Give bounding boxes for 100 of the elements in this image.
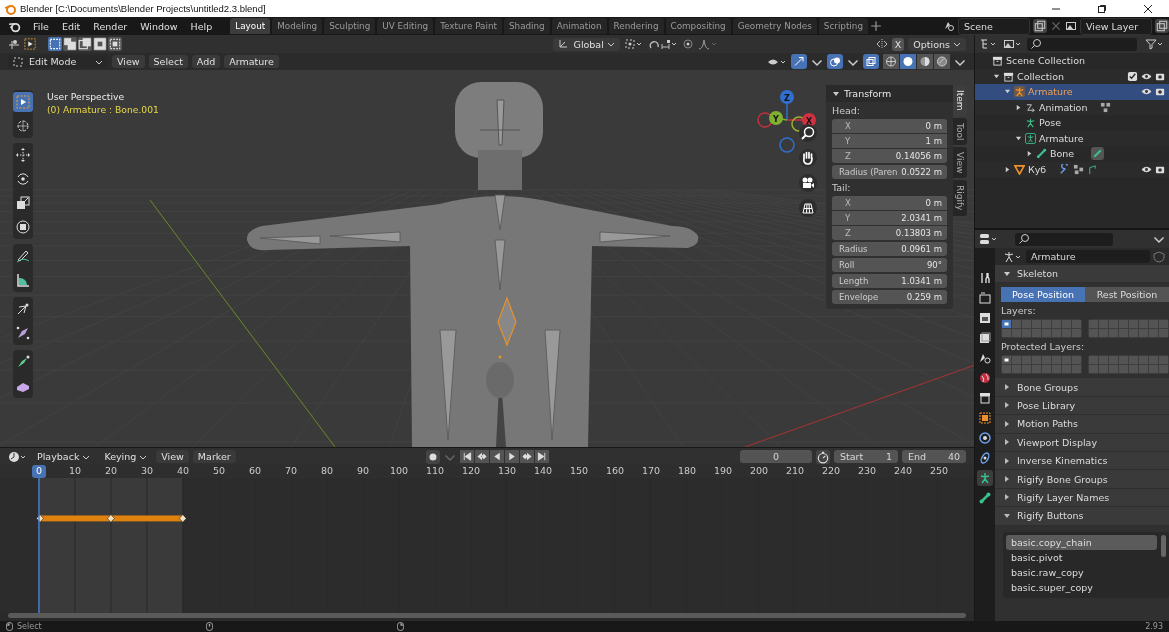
data-name-field[interactable]: Armature [1026, 250, 1150, 263]
bone-tab-icon[interactable] [977, 490, 993, 506]
menu-item[interactable]: Edit [56, 20, 86, 32]
select-new-icon[interactable] [48, 37, 62, 51]
mode-dropdown[interactable]: Edit Mode [8, 55, 108, 68]
overlay-icon[interactable] [827, 54, 843, 69]
grid-icon[interactable] [799, 199, 817, 217]
x-mirror-toggle[interactable]: X [891, 37, 905, 51]
material-shading-icon[interactable] [917, 54, 933, 69]
position-toggle[interactable]: Pose Position [1001, 287, 1085, 303]
workspace-tab[interactable]: Layout [230, 18, 271, 34]
play-icon[interactable] [505, 450, 520, 463]
number-field[interactable]: Roll 90° [832, 258, 947, 272]
wireframe-shading-icon[interactable] [883, 54, 899, 69]
number-field[interactable]: X 0 m [832, 196, 947, 210]
panel-header[interactable]: Rigify Bone Groups [995, 470, 1169, 489]
menu-item[interactable]: Armature [224, 55, 279, 68]
frame-number[interactable]: 180 [673, 465, 701, 478]
list-item[interactable]: basic.copy_chain [1006, 534, 1157, 550]
frame-number[interactable]: 100 [385, 465, 413, 478]
list-scrollbar[interactable] [1161, 534, 1166, 557]
layer-grid[interactable] [1001, 319, 1082, 339]
panel-header[interactable]: Motion Paths [995, 415, 1169, 434]
checkbox[interactable] [1127, 70, 1138, 82]
workspace-tab[interactable]: Animation [551, 18, 607, 34]
frame-number[interactable]: 220 [817, 465, 845, 478]
list-item[interactable]: basic.raw_copy [1006, 564, 1157, 580]
select-invert-icon[interactable] [93, 37, 107, 51]
previous-keyframe-icon[interactable] [475, 450, 490, 463]
menu-item[interactable]: Marker [192, 450, 236, 463]
menu-item[interactable]: Help [185, 20, 218, 32]
hand-icon[interactable] [799, 149, 817, 167]
frame-number[interactable]: 80 [316, 465, 338, 478]
frame-number[interactable]: 190 [709, 465, 737, 478]
disclosure-icon[interactable] [1026, 150, 1033, 158]
transform-panel-header[interactable]: Transform [826, 85, 953, 102]
jump-end-icon[interactable] [535, 450, 550, 463]
menu-item[interactable]: Add [191, 55, 221, 68]
physics-tab-icon[interactable] [977, 430, 993, 446]
frame-number[interactable]: 60 [244, 465, 266, 478]
frame-number[interactable]: 20 [100, 465, 122, 478]
workspace-tab[interactable]: Rendering [608, 18, 664, 34]
frame-number[interactable]: 150 [565, 465, 593, 478]
workspace-tab[interactable]: Texture Paint [435, 18, 502, 34]
wrench-icon[interactable] [1059, 163, 1071, 175]
transform-pivot-icon[interactable] [8, 38, 20, 50]
play-reverse-icon[interactable] [490, 450, 505, 463]
panel-header[interactable]: Bone Groups [995, 378, 1169, 397]
proportional-edit-icon[interactable] [681, 38, 694, 50]
record-icon[interactable] [426, 449, 441, 464]
outliner-row[interactable]: Armature [975, 84, 1169, 100]
view-layer-field[interactable]: View Layer [1080, 17, 1152, 35]
gizmo-icon[interactable] [791, 54, 807, 69]
orientation-dropdown[interactable]: Global [552, 37, 620, 51]
snap-icon[interactable] [647, 38, 678, 50]
frame-number[interactable]: 140 [529, 465, 557, 478]
workspace-tab[interactable]: Modeling [272, 18, 323, 34]
disclosure-icon[interactable] [993, 72, 1000, 80]
frame-number[interactable]: 30 [136, 465, 158, 478]
workspace-tab[interactable]: Compositing [665, 18, 731, 34]
position-toggle[interactable]: Rest Position [1085, 287, 1169, 303]
frame-number[interactable]: 40 [172, 465, 194, 478]
list-item[interactable]: basic.super_copy [1006, 579, 1157, 595]
workspace-tab[interactable]: Shading [503, 18, 550, 34]
frame-number[interactable]: 90 [352, 465, 374, 478]
select-extend-icon[interactable] [63, 37, 77, 51]
select-tool-icon[interactable] [24, 38, 36, 50]
object-tab-icon[interactable] [977, 410, 993, 426]
select-tool-icon[interactable] [13, 92, 33, 112]
camera-icon[interactable] [799, 174, 817, 192]
view-layer-tab-icon[interactable] [977, 330, 993, 346]
zoom-icon[interactable] [799, 124, 817, 142]
frame-number[interactable]: 210 [781, 465, 809, 478]
camera-icon[interactable] [1155, 86, 1166, 98]
scene-icon[interactable] [943, 20, 955, 32]
number-field[interactable]: Length 1.0341 m [832, 274, 947, 288]
falloff-icon[interactable] [697, 38, 718, 50]
xray-icon[interactable] [863, 54, 879, 69]
frame-number[interactable]: 250 [925, 465, 953, 478]
disclosure-icon[interactable] [1004, 165, 1011, 173]
sidebar-tab[interactable]: Tool [953, 117, 967, 145]
armature-data-icon[interactable] [1003, 250, 1023, 263]
bone-icon[interactable] [1091, 147, 1105, 161]
add-icon[interactable] [869, 20, 882, 32]
sidebar-tab[interactable]: View [953, 147, 967, 179]
frame-number[interactable]: 200 [745, 465, 773, 478]
scene-field[interactable]: Scene [958, 17, 1030, 35]
bone-icon[interactable] [1087, 163, 1099, 175]
search-field[interactable] [1027, 37, 1137, 51]
copy-icon[interactable] [1033, 19, 1047, 33]
menu-item[interactable]: Render [88, 20, 133, 32]
pivot-icon[interactable] [623, 38, 644, 50]
menu-item[interactable]: View [156, 450, 189, 463]
disclosure-icon[interactable] [1004, 88, 1011, 96]
end-frame-field[interactable]: End 40 [902, 450, 966, 463]
number-field[interactable]: Z 0.13803 m [832, 226, 947, 240]
armature-data-tab-icon[interactable] [977, 470, 993, 486]
number-field[interactable]: Envelope 0.259 m [832, 290, 947, 304]
workspace-tab[interactable]: Geometry Nodes [732, 18, 817, 34]
transform-tool-icon[interactable] [13, 217, 33, 237]
